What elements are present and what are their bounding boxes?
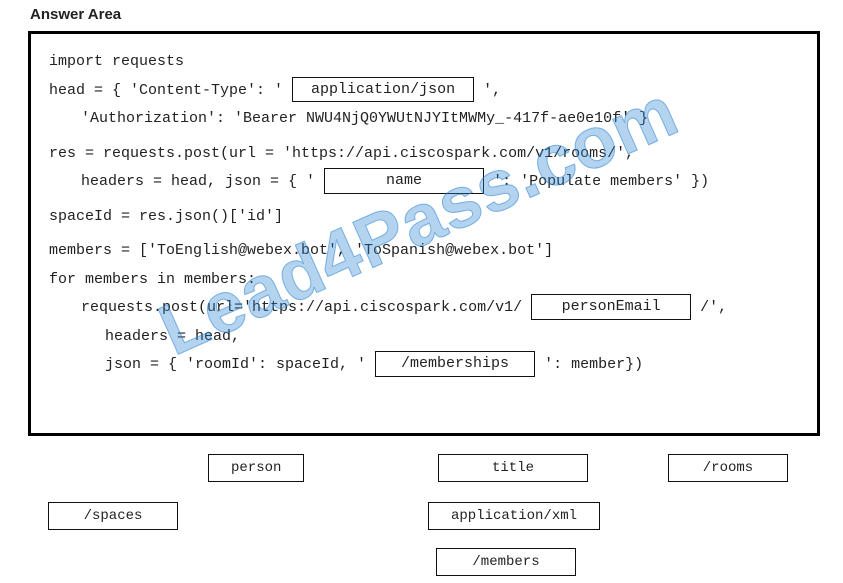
text: headers = head, json = { '	[81, 173, 324, 190]
drop-slot-member-key[interactable]: /memberships	[375, 351, 535, 377]
text: head = { 'Content-Type': '	[49, 82, 292, 99]
text: requests.post(url='https://api.ciscospar…	[81, 299, 531, 316]
code-line-post-memberships: requests.post(url='https://api.ciscospar…	[49, 294, 799, 323]
page: Answer Area import requests head = { 'Co…	[0, 0, 843, 583]
code-panel: import requests head = { 'Content-Type':…	[28, 31, 820, 436]
code-line-auth: 'Authorization': 'Bearer NWU4NjQ0YWUtNJY…	[49, 105, 799, 134]
code-line-members-list: members = ['ToEnglish@webex.bot', 'ToSpa…	[49, 237, 799, 266]
code-line-spaceid: spaceId = res.json()['id']	[49, 203, 799, 232]
option-members[interactable]: /members	[436, 548, 576, 576]
option-person[interactable]: person	[208, 454, 304, 482]
drop-slot-content-type[interactable]: application/json	[292, 77, 474, 103]
text: json = { 'roomId': spaceId, '	[105, 356, 375, 373]
code-line-headers2: headers = head,	[49, 323, 799, 352]
code-line-json2: json = { 'roomId': spaceId, ' /membershi…	[49, 351, 799, 380]
text: /',	[700, 299, 727, 316]
code-line-head: head = { 'Content-Type': ' application/j…	[49, 77, 799, 106]
code-line-for: for members in members:	[49, 266, 799, 295]
answer-pool: person title /rooms /spaces application/…	[28, 450, 820, 578]
text: ': 'Populate members' })	[493, 173, 709, 190]
text: ': member})	[544, 356, 643, 373]
code-line-post-rooms: res = requests.post(url = 'https://api.c…	[49, 140, 799, 169]
option-rooms[interactable]: /rooms	[668, 454, 788, 482]
text: ',	[483, 82, 501, 99]
drop-slot-json-key[interactable]: name	[324, 168, 484, 194]
option-app-xml[interactable]: application/xml	[428, 502, 600, 530]
code-line-import: import requests	[49, 48, 799, 77]
code-line-headers-json: headers = head, json = { ' name ': 'Popu…	[49, 168, 799, 197]
area-title: Answer Area	[30, 6, 815, 23]
option-spaces[interactable]: /spaces	[48, 502, 178, 530]
option-title[interactable]: title	[438, 454, 588, 482]
drop-slot-url-path[interactable]: personEmail	[531, 294, 691, 320]
